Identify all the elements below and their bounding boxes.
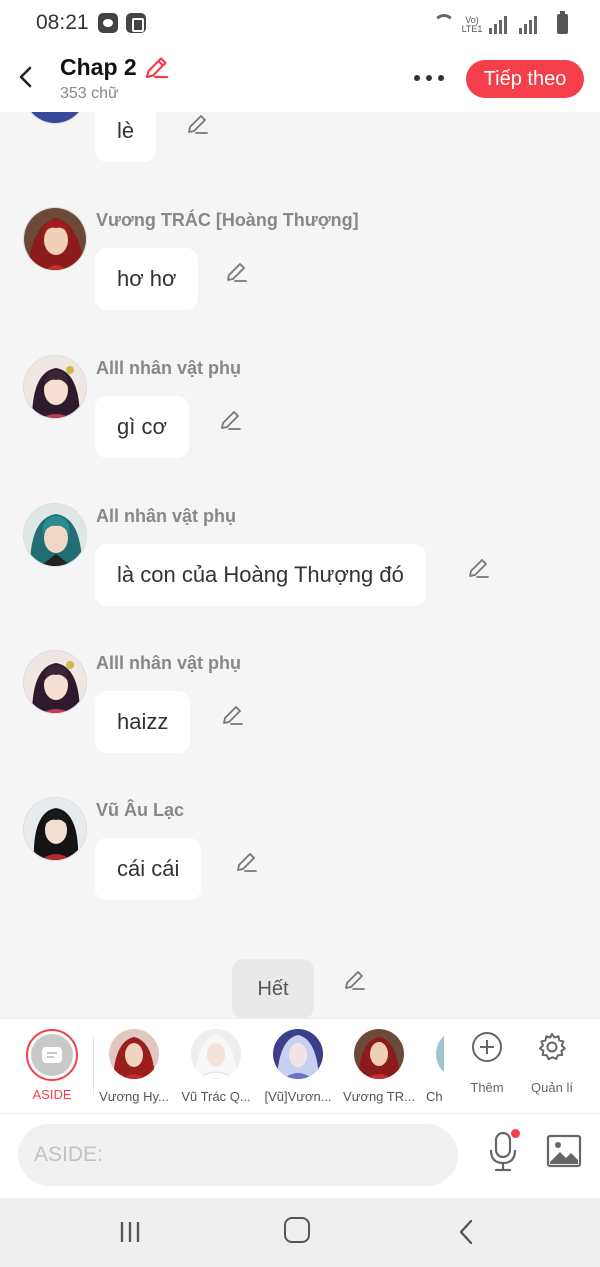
- avatar[interactable]: [23, 503, 87, 567]
- notification-dot: [511, 1129, 520, 1138]
- edit-message-icon[interactable]: [466, 556, 490, 580]
- status-bar: 08:21 Vo) LTE1: [0, 0, 600, 46]
- edit-message-icon[interactable]: [234, 850, 258, 874]
- battery-icon: [557, 11, 568, 34]
- end-marker[interactable]: Hết: [232, 959, 314, 1018]
- system-nav-bar: [0, 1198, 600, 1267]
- character-name: Vũ Trác Q...: [181, 1089, 251, 1104]
- chapter-title: Chap 2: [60, 54, 137, 80]
- character-avatar: [191, 1029, 241, 1079]
- wifi-icon: [433, 14, 455, 32]
- add-label: Thêm: [470, 1080, 504, 1095]
- chat-area[interactable]: lè Vương TRÁC [Hoàng Thượng] hơ hơ Alll …: [0, 112, 600, 1018]
- video-app-icon: [98, 13, 118, 33]
- more-options-icon[interactable]: [414, 75, 444, 81]
- character-avatar: [109, 1029, 159, 1079]
- manage-characters-button[interactable]: Quản lí: [522, 1031, 582, 1095]
- avatar[interactable]: [23, 207, 87, 271]
- next-chapter-button[interactable]: Tiếp theo: [466, 60, 584, 98]
- gear-icon: [539, 1033, 566, 1061]
- app-header: Chap 2 353 chữ Tiếp theo: [0, 46, 600, 112]
- signal-icon-2: [519, 16, 537, 34]
- character-item[interactable]: Vương TR...: [339, 1029, 419, 1104]
- app-notification-icon: [126, 13, 146, 33]
- character-item[interactable]: [Vũ]Vươn...: [258, 1029, 338, 1104]
- recent-apps-icon[interactable]: [118, 1220, 142, 1244]
- message-input[interactable]: [18, 1124, 458, 1186]
- character-aside[interactable]: ASIDE: [12, 1029, 92, 1102]
- manage-label: Quản lí: [531, 1080, 573, 1095]
- message-bubble[interactable]: haizz: [95, 691, 191, 753]
- word-count: 353 chữ: [60, 85, 119, 102]
- character-avatar: [273, 1029, 323, 1079]
- avatar[interactable]: [23, 797, 87, 861]
- character-name: [Vũ]Vươn...: [264, 1089, 332, 1104]
- edit-message-icon[interactable]: [218, 408, 242, 432]
- character-name: ASIDE: [32, 1087, 72, 1102]
- avatar[interactable]: [23, 650, 87, 714]
- speaker-name: Alll nhân vật phụ: [96, 358, 242, 378]
- message-bubble[interactable]: gì cơ: [95, 396, 189, 458]
- plus-circle-icon: [472, 1032, 502, 1062]
- character-name: Vương Hy...: [99, 1089, 169, 1104]
- edit-message-icon[interactable]: [224, 260, 248, 284]
- character-avatar: [354, 1029, 404, 1079]
- speaker-name: Vương TRÁC [Hoàng Thượng]: [96, 210, 359, 230]
- message-bubble[interactable]: cái cái: [95, 838, 202, 900]
- message-bubble[interactable]: là con của Hoàng Thượng đó: [95, 544, 426, 606]
- message-bubble[interactable]: hơ hơ: [95, 248, 199, 310]
- speaker-name: Vũ Âu Lạc: [96, 800, 185, 820]
- edit-message-icon[interactable]: [185, 112, 209, 136]
- edit-title-icon[interactable]: [143, 55, 169, 81]
- speech-icon: [42, 1047, 62, 1063]
- character-item[interactable]: Vương Hy...: [94, 1029, 174, 1104]
- back-arrow-icon[interactable]: [14, 64, 40, 90]
- input-bar: [0, 1114, 600, 1198]
- character-name: Ch: [426, 1089, 443, 1104]
- edit-message-icon[interactable]: [220, 703, 244, 727]
- status-indicators: Vo) LTE1: [433, 10, 568, 34]
- edit-message-icon[interactable]: [342, 968, 366, 992]
- avatar[interactable]: [23, 355, 87, 419]
- character-avatar: [436, 1029, 444, 1079]
- nav-back-icon[interactable]: [456, 1218, 476, 1246]
- aside-avatar: [26, 1029, 78, 1081]
- add-character-button[interactable]: Thêm: [457, 1031, 517, 1095]
- home-icon[interactable]: [284, 1217, 310, 1243]
- character-name: Vương TR...: [343, 1089, 415, 1104]
- signal-icon-1: [489, 16, 507, 34]
- speaker-name: Alll nhân vật phụ: [96, 653, 242, 673]
- avatar[interactable]: [23, 112, 87, 124]
- network-label: Vo) LTE1: [461, 15, 483, 34]
- character-item[interactable]: Vũ Trác Q...: [176, 1029, 256, 1104]
- character-item[interactable]: Ch: [420, 1029, 444, 1104]
- title-block: Chap 2 353 chữ: [60, 54, 169, 103]
- speaker-name: All nhân vật phụ: [96, 506, 237, 526]
- message-bubble[interactable]: lè: [95, 112, 157, 162]
- status-time: 08:21: [36, 11, 89, 34]
- character-selector: ASIDE Vương Hy... Vũ Trác Q... [Vũ]Vươn.…: [0, 1018, 600, 1114]
- image-icon[interactable]: [546, 1134, 582, 1168]
